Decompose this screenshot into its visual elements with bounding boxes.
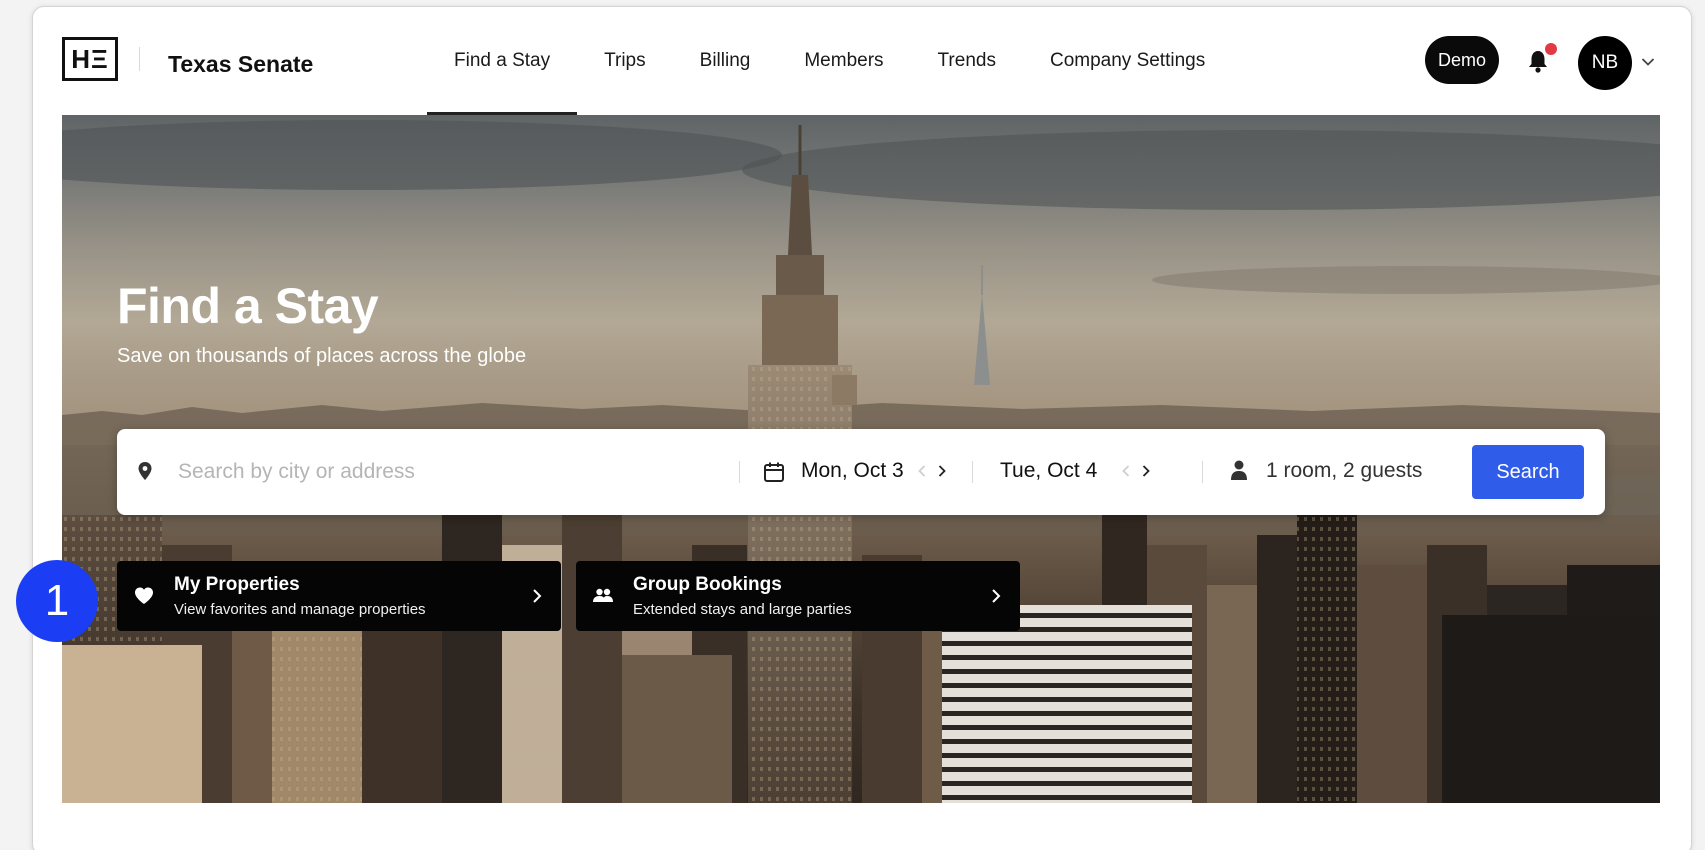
search-divider <box>972 461 973 483</box>
chevron-right-icon[interactable] <box>1139 460 1153 482</box>
nav-company-settings[interactable]: Company Settings <box>1023 7 1232 115</box>
group-bookings-card[interactable]: Group Bookings Extended stays and large … <box>576 561 1020 631</box>
nav-trends[interactable]: Trends <box>911 7 1023 115</box>
demo-badge[interactable]: Demo <box>1425 36 1499 84</box>
organization-name: Texas Senate <box>168 51 314 77</box>
nav-members[interactable]: Members <box>777 7 910 115</box>
card-subtitle: View favorites and manage properties <box>174 601 426 618</box>
hero-subtitle: Save on thousands of places across the g… <box>117 345 527 367</box>
hero-title: Find a Stay <box>117 278 379 334</box>
notification-dot <box>1545 43 1557 55</box>
chevron-right-icon <box>533 589 542 603</box>
top-nav-bar: HΞ Texas Senate Find a Stay Trips Billin… <box>33 7 1691 115</box>
heart-icon <box>135 587 153 604</box>
card-title: Group Bookings <box>633 574 782 595</box>
group-icon <box>593 588 613 602</box>
calendar-icon[interactable] <box>763 461 785 483</box>
chevron-right-icon[interactable] <box>935 460 949 482</box>
map-pin-icon <box>138 462 152 480</box>
search-divider <box>739 461 740 483</box>
nav-find-a-stay[interactable]: Find a Stay <box>427 7 578 115</box>
check-out-date[interactable]: Tue, Oct 4 <box>1000 459 1097 483</box>
guests-selector[interactable]: 1 room, 2 guests <box>1266 459 1422 483</box>
chevron-left-icon[interactable] <box>1119 460 1133 482</box>
main-nav: Find a Stay Trips Billing Members Trends… <box>427 7 1232 115</box>
nav-trips[interactable]: Trips <box>577 7 673 115</box>
company-logo[interactable]: HΞ <box>62 37 118 81</box>
logo-divider <box>139 47 140 71</box>
chevron-left-icon[interactable] <box>915 460 929 482</box>
hero-banner: Find a Stay Save on thousands of places … <box>62 115 1660 803</box>
my-properties-card[interactable]: My Properties View favorites and manage … <box>117 561 561 631</box>
location-search-input[interactable] <box>178 453 718 491</box>
chevron-right-icon <box>992 589 1001 603</box>
stay-search-bar: Mon, Oct 3 Tue, Oct 4 1 room, 2 guests <box>117 429 1605 515</box>
chevron-down-icon[interactable] <box>1641 57 1655 67</box>
search-divider <box>1202 461 1203 483</box>
step-number-badge: 1 <box>16 560 98 642</box>
card-title: My Properties <box>174 574 300 595</box>
nav-billing[interactable]: Billing <box>673 7 778 115</box>
card-subtitle: Extended stays and large parties <box>633 601 852 618</box>
app-window: HΞ Texas Senate Find a Stay Trips Billin… <box>32 6 1692 850</box>
user-avatar[interactable]: NB <box>1578 36 1632 90</box>
check-in-date[interactable]: Mon, Oct 3 <box>801 459 904 483</box>
person-icon <box>1231 460 1247 480</box>
search-button[interactable]: Search <box>1472 445 1584 499</box>
